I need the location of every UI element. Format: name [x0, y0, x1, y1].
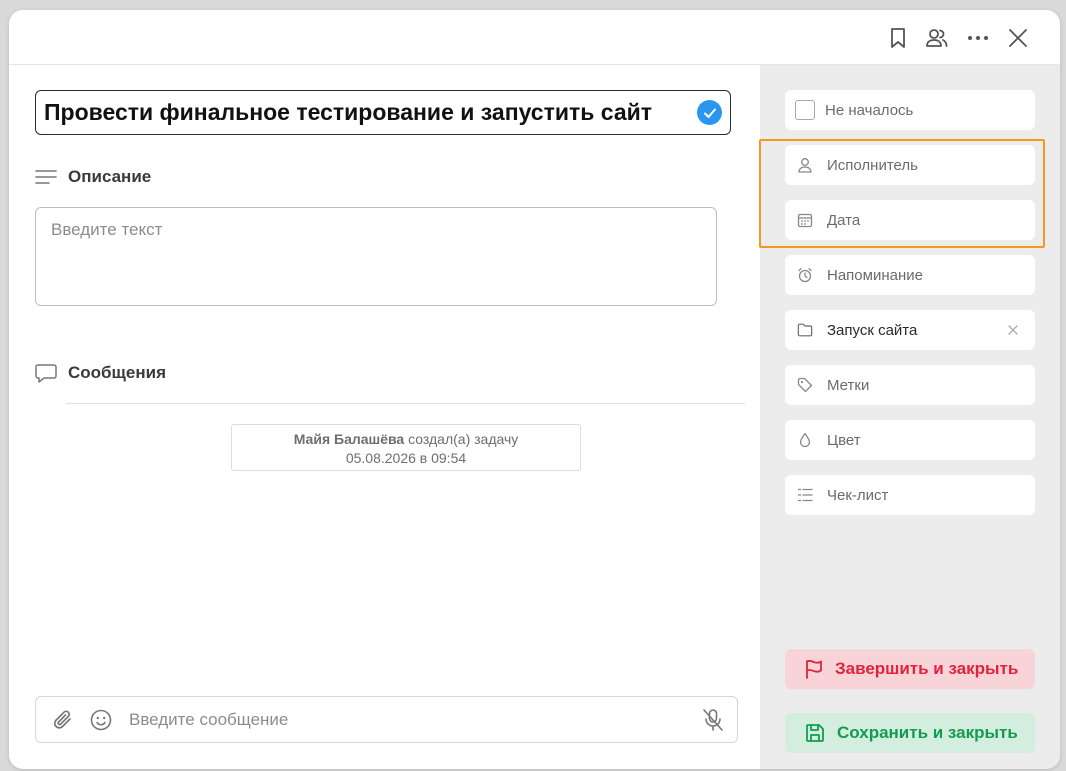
task-title: Провести финальное тестирование и запуст… — [44, 99, 653, 125]
status-label: Не началось — [825, 101, 914, 119]
clear-project-icon[interactable] — [1005, 322, 1021, 338]
description-label: Описание — [68, 167, 152, 186]
messages-header: Сообщения — [35, 363, 166, 383]
messages-divider — [66, 403, 745, 404]
bookmark-icon[interactable] — [884, 24, 912, 52]
alarm-clock-icon — [797, 267, 813, 283]
color-button[interactable]: Цвет — [785, 420, 1035, 460]
title-confirm-check-icon[interactable] — [697, 100, 722, 125]
checklist-button[interactable]: Чек-лист — [785, 475, 1035, 515]
assignee-label: Исполнитель — [827, 156, 918, 174]
save-floppy-icon — [805, 723, 825, 743]
message-composer[interactable]: Введите сообщение — [35, 696, 738, 743]
reminder-button[interactable]: Напоминание — [785, 255, 1035, 295]
checklist-icon — [797, 487, 813, 503]
flag-icon — [805, 659, 823, 679]
tags-button[interactable]: Метки — [785, 365, 1035, 405]
description-lines-icon — [35, 167, 59, 187]
reminder-label: Напоминание — [827, 266, 923, 284]
finish-and-close-label: Завершить и закрыть — [835, 659, 1019, 678]
calendar-icon — [797, 212, 813, 228]
status-checkbox[interactable]: Не началось — [785, 90, 1035, 130]
tags-label: Метки — [827, 376, 870, 394]
system-message-datetime: 05.08.2026 в 09:54 — [345, 450, 467, 466]
checklist-label: Чек-лист — [827, 486, 889, 504]
project-button[interactable]: Запуск сайта — [785, 310, 1035, 350]
more-options-icon[interactable] — [964, 24, 992, 52]
system-message-author: Майя Балашёва — [293, 431, 405, 447]
description-input[interactable]: Введите текст — [35, 207, 717, 306]
task-dialog: Провести финальное тестирование и запуст… — [9, 10, 1060, 769]
task-properties-panel: Не началось Исполнитель Дата Напоминание… — [760, 65, 1060, 769]
message-input-placeholder: Введите сообщение — [129, 710, 289, 729]
color-label: Цвет — [827, 431, 861, 449]
emoji-smile-icon[interactable] — [89, 708, 113, 732]
person-icon — [797, 157, 813, 173]
status-checkbox-box[interactable] — [795, 100, 815, 120]
attach-paperclip-icon[interactable] — [51, 708, 75, 732]
date-label: Дата — [827, 211, 861, 229]
messages-label: Сообщения — [68, 363, 166, 382]
chat-bubble-icon — [35, 363, 59, 383]
folder-icon — [797, 322, 813, 338]
members-icon[interactable] — [923, 24, 951, 52]
save-and-close-label: Сохранить и закрыть — [837, 723, 1018, 742]
system-message: Майя Балашёва создал(а) задачу 05.08.202… — [231, 424, 581, 471]
microphone-muted-icon[interactable] — [701, 708, 725, 732]
description-header: Описание — [35, 167, 151, 187]
finish-and-close-button[interactable]: Завершить и закрыть — [785, 649, 1035, 689]
description-placeholder: Введите текст — [51, 220, 163, 239]
assignee-button[interactable]: Исполнитель — [785, 145, 1035, 185]
system-message-action: создал(а) задачу — [408, 431, 519, 447]
task-title-field[interactable]: Провести финальное тестирование и запуст… — [35, 90, 731, 135]
dialog-header — [9, 10, 1060, 65]
tag-icon — [797, 377, 813, 393]
project-label: Запуск сайта — [827, 321, 918, 339]
close-icon[interactable] — [1004, 24, 1032, 52]
droplet-icon — [797, 432, 813, 448]
save-and-close-button[interactable]: Сохранить и закрыть — [785, 713, 1035, 753]
date-button[interactable]: Дата — [785, 200, 1035, 240]
